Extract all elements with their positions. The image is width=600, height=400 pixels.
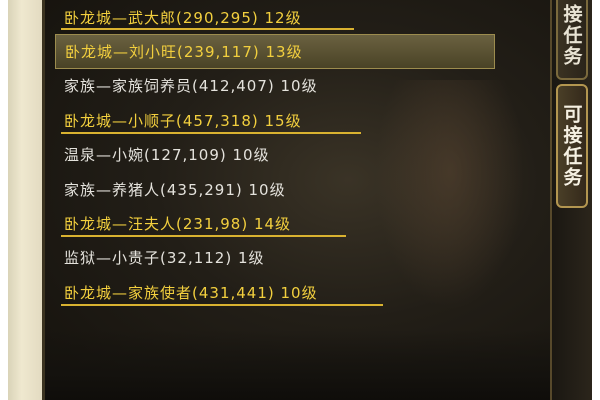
tab-available-quest-label: 可接任务 — [560, 104, 583, 188]
quest-item-text: 温泉—小婉(127,109) 10级 — [64, 146, 270, 165]
quest-item-text: 卧龙城—汪夫人(231,98) 14级 — [64, 215, 292, 234]
tab-accept-quest-label: 接任务 — [560, 3, 583, 67]
quest-item-5[interactable]: 家族—养猪人(435,291) 10级 — [55, 172, 495, 206]
quest-item-8[interactable]: 卧龙城—家族使者(431,441) 10级 — [55, 275, 495, 309]
quest-item-text: 家族—家族饲养员(412,407) 10级 — [64, 77, 318, 96]
quest-item-text: 监狱—小贵子(32,112) 1级 — [64, 249, 265, 268]
quest-item-0[interactable]: 卧龙城—武大郎(290,295) 12级 — [55, 0, 495, 34]
left-parchment-strip — [8, 0, 42, 400]
quest-underline — [61, 303, 383, 306]
quest-underline — [61, 234, 346, 237]
quest-item-text: 卧龙城—刘小旺(239,117) 13级 — [65, 43, 303, 62]
quest-item-2[interactable]: 家族—家族饲养员(412,407) 10级 — [55, 69, 495, 103]
quest-item-1[interactable]: 卧龙城—刘小旺(239,117) 13级 — [55, 34, 495, 69]
quest-item-7[interactable]: 监狱—小贵子(32,112) 1级 — [55, 241, 495, 275]
quest-list: 卧龙城—武大郎(290,295) 12级 卧龙城—刘小旺(239,117) 13… — [55, 0, 495, 310]
quest-item-text: 卧龙城—家族使者(431,441) 10级 — [64, 283, 318, 302]
quest-item-4[interactable]: 温泉—小婉(127,109) 10级 — [55, 138, 495, 172]
quest-panel: 卧龙城—武大郎(290,295) 12级 卧龙城—刘小旺(239,117) 13… — [42, 0, 550, 400]
quest-underline — [61, 131, 361, 134]
quest-item-text: 卧龙城—武大郎(290,295) 12级 — [64, 8, 302, 27]
quest-item-3[interactable]: 卧龙城—小顺子(457,318) 15级 — [55, 103, 495, 137]
quest-item-text: 家族—养猪人(435,291) 10级 — [64, 180, 286, 199]
quest-underline — [61, 28, 354, 31]
quest-item-text: 卧龙城—小顺子(457,318) 15级 — [64, 111, 302, 130]
tab-available-quest[interactable]: 可接任务 — [556, 84, 588, 208]
quest-item-6[interactable]: 卧龙城—汪夫人(231,98) 14级 — [55, 206, 495, 240]
tab-accept-quest[interactable]: 接任务 — [556, 0, 588, 80]
quest-tab-bar: 接任务 可接任务 — [550, 0, 592, 400]
